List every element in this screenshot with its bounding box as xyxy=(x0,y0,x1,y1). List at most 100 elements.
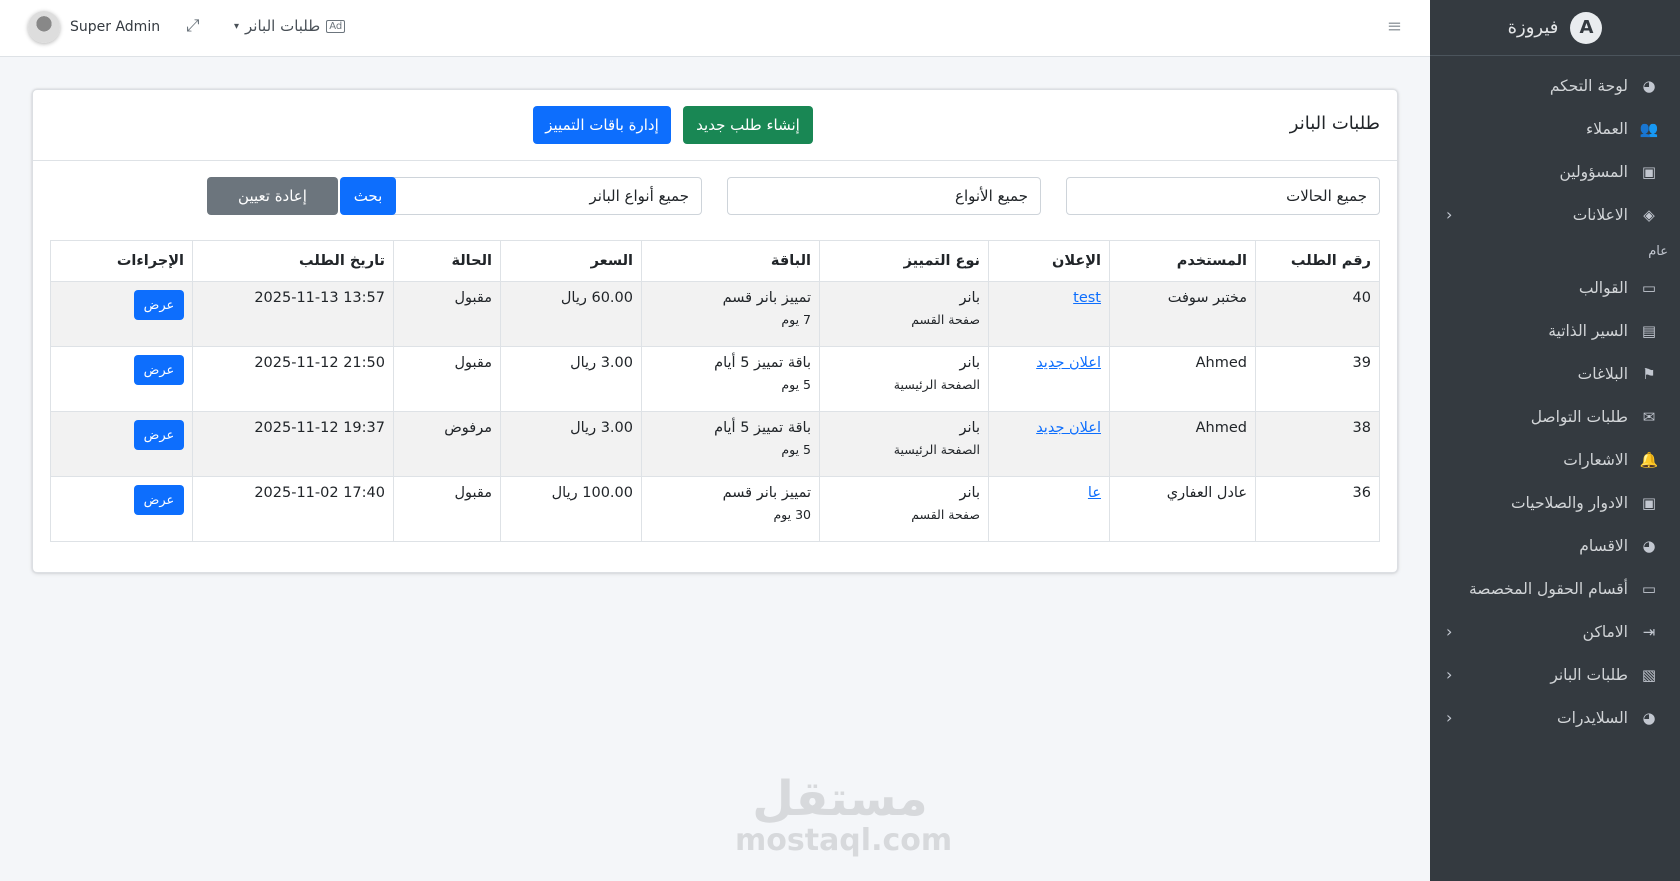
palette-icon: ◕ xyxy=(1642,536,1656,555)
sidebar-item[interactable]: ⚑ البلاغات xyxy=(1430,352,1680,395)
cell-actions: عرض xyxy=(50,411,193,477)
cell-actions: عرض xyxy=(50,346,193,412)
brand-logo-icon: A xyxy=(1570,11,1603,44)
view-button[interactable]: عرض xyxy=(134,290,184,320)
person-file-icon: ▤ xyxy=(1641,321,1657,340)
sidebar-item-label: السير الذاتية xyxy=(1548,321,1628,340)
table-row: 40 مختبر سوفت test بانر صفحة القسم تمييز بانر… xyxy=(50,281,1380,347)
watermark-latin: mostaql.com xyxy=(735,823,953,858)
avatar xyxy=(28,11,60,43)
cell-status: مقبول xyxy=(393,476,501,542)
banner-type-filter-select[interactable]: جميع أنواع البانر xyxy=(388,177,702,215)
ad-link[interactable]: اعلان جديد xyxy=(1036,355,1101,371)
filters: جميع الحالات جميع الأنواع جميع أنواع الب… xyxy=(33,161,1397,233)
table-row: 36 عادل العفاري عا بانر صفحة القسم تمييز بانر… xyxy=(50,476,1380,542)
date-text: 2025-11-12 19:37 xyxy=(254,420,385,436)
sidebar-item[interactable]: 👥 العملاء xyxy=(1430,107,1680,150)
sidebar-item[interactable]: ▣ المسؤولين xyxy=(1430,150,1680,193)
sidebar-item[interactable]: ▣ الادوار والصلاحيات xyxy=(1430,481,1680,524)
ad-icon: ▧ xyxy=(1641,665,1657,684)
col-ad: الإعلان xyxy=(988,240,1110,282)
sidebar-item[interactable]: ⇥ الاماكن ‹ xyxy=(1430,610,1680,653)
view-button[interactable]: عرض xyxy=(134,485,184,515)
user-menu[interactable]: Super Admin xyxy=(28,11,160,43)
view-button[interactable]: عرض xyxy=(134,355,184,385)
table-header-row: رقم الطلب المستخدم الإعلان نوع التمييز ا… xyxy=(50,240,1380,282)
sidebar-item[interactable]: ▭ القوالب xyxy=(1430,266,1680,309)
cell-ad: test xyxy=(988,281,1110,347)
chevron-icon: ‹ xyxy=(1446,205,1453,224)
sidebar-item[interactable]: ◈ الاعلانات ‹ xyxy=(1430,193,1680,236)
sidebar-item[interactable]: 🔔 الاشعارات xyxy=(1430,438,1680,481)
type-sub: صفحة القسم xyxy=(911,312,980,327)
col-actions: الإجراءات xyxy=(50,240,193,282)
view-button[interactable]: عرض xyxy=(134,420,184,450)
col-price: السعر xyxy=(500,240,642,282)
sidebar-item-label: لوحة التحكم xyxy=(1549,76,1628,95)
topbar: ≡ Ad طلبات البانر ▾ ⤢ Super Admin xyxy=(0,0,1430,57)
sidebar-item[interactable]: ✉ طلبات التواصل xyxy=(1430,395,1680,438)
sidebar-item-label: طلبات التواصل xyxy=(1530,407,1628,426)
type-main: بانر xyxy=(959,290,981,306)
cell-package: تمييز بانر قسم 30 يوم xyxy=(641,476,820,542)
ad-link[interactable]: test xyxy=(1073,290,1101,306)
type-sub: صفحة القسم xyxy=(911,507,980,522)
search-button[interactable]: بحث xyxy=(340,177,396,215)
cell-price: 100.00 ريال xyxy=(500,476,642,542)
cell-status: مقبول xyxy=(393,346,501,412)
caret-down-icon: ▾ xyxy=(234,20,240,32)
table-row: 39 Ahmed اعلان جديد بانر الصفحة الرئيسية باقة… xyxy=(50,346,1380,412)
package-duration: 5 يوم xyxy=(781,377,811,392)
cell-type: بانر الصفحة الرئيسية xyxy=(819,346,989,412)
sidebar-item[interactable]: ▧ طلبات البانر ‹ xyxy=(1430,653,1680,696)
sidebar-item-label: الاقسام xyxy=(1579,536,1628,555)
id-card-icon: ▣ xyxy=(1641,162,1657,181)
fullscreen-icon[interactable]: ⤢ xyxy=(186,16,200,36)
sidebar-item[interactable]: ▤ السير الذاتية xyxy=(1430,309,1680,352)
badge-icon: ▣ xyxy=(1641,493,1657,512)
cell-date: 2025-11-12 19:37 xyxy=(192,411,394,477)
sidebar-item[interactable]: ◕ الاقسام xyxy=(1430,524,1680,567)
cell-package: باقة تمييز 5 أيام 5 يوم xyxy=(641,346,820,412)
menu-toggle-icon[interactable]: ≡ xyxy=(1387,16,1402,37)
date-text: 2025-11-02 17:40 xyxy=(254,485,385,501)
sidebar-item[interactable]: ◕ السلايدرات ‹ xyxy=(1430,696,1680,739)
bell-icon: 🔔 xyxy=(1639,450,1659,469)
package-duration: 5 يوم xyxy=(781,442,811,457)
col-type: نوع التمييز xyxy=(819,240,989,282)
card-header: طلبات البانر إنشاء طلب جديد إدارة باقات … xyxy=(33,90,1397,161)
cell-id: 39 xyxy=(1255,346,1380,412)
sidebar-item-label: البلاغات xyxy=(1577,364,1628,383)
type-main: بانر xyxy=(959,355,981,371)
reset-button[interactable]: إعادة تعيين xyxy=(207,177,338,215)
type-filter-select[interactable]: جميع الأنواع xyxy=(727,177,1041,215)
cell-ad: عا xyxy=(988,476,1110,542)
requests-table: رقم الطلب المستخدم الإعلان نوع التمييز ا… xyxy=(50,240,1380,542)
watermark: مستقل mostaql.com xyxy=(735,775,953,858)
package-duration: 30 يوم xyxy=(773,507,811,522)
brand[interactable]: A فيروزة xyxy=(1430,0,1680,56)
brand-name: فيروزة xyxy=(1507,17,1559,38)
cell-price: 60.00 ريال xyxy=(500,281,642,347)
sidebar-nav: ◕ لوحة التحكم 👥 العملاء ▣ المسؤولين ◈ الاعلانات… xyxy=(1430,56,1680,739)
topbar-page-label: طلبات البانر xyxy=(245,17,321,35)
col-id: رقم الطلب xyxy=(1255,240,1380,282)
type-main: بانر xyxy=(959,420,981,436)
status-filter-select[interactable]: جميع الحالات xyxy=(1066,177,1380,215)
sidebar-item-label: الاماكن xyxy=(1582,622,1628,641)
manage-packages-button[interactable]: إدارة باقات التمييز xyxy=(533,106,671,144)
sign-in-icon: ⇥ xyxy=(1642,622,1656,641)
chevron-icon: ‹ xyxy=(1446,708,1453,727)
col-status: الحالة xyxy=(393,240,501,282)
cell-id: 38 xyxy=(1255,411,1380,477)
topbar-page-link[interactable]: Ad طلبات البانر ▾ xyxy=(234,17,346,35)
ad-link[interactable]: اعلان جديد xyxy=(1036,420,1101,436)
create-request-button[interactable]: إنشاء طلب جديد xyxy=(683,106,813,144)
package-main: باقة تمييز 5 أيام xyxy=(714,355,811,371)
ad-link[interactable]: عا xyxy=(1088,485,1101,501)
flag-icon: ⚑ xyxy=(1642,364,1656,383)
sidebar-item[interactable]: ◕ لوحة التحكم xyxy=(1430,64,1680,107)
sidebar-item[interactable]: ▭ أقسام الحقول المخصصة xyxy=(1430,567,1680,610)
table-row: 38 Ahmed اعلان جديد بانر الصفحة الرئيسية باقة… xyxy=(50,411,1380,477)
chevron-icon: ‹ xyxy=(1446,622,1453,641)
